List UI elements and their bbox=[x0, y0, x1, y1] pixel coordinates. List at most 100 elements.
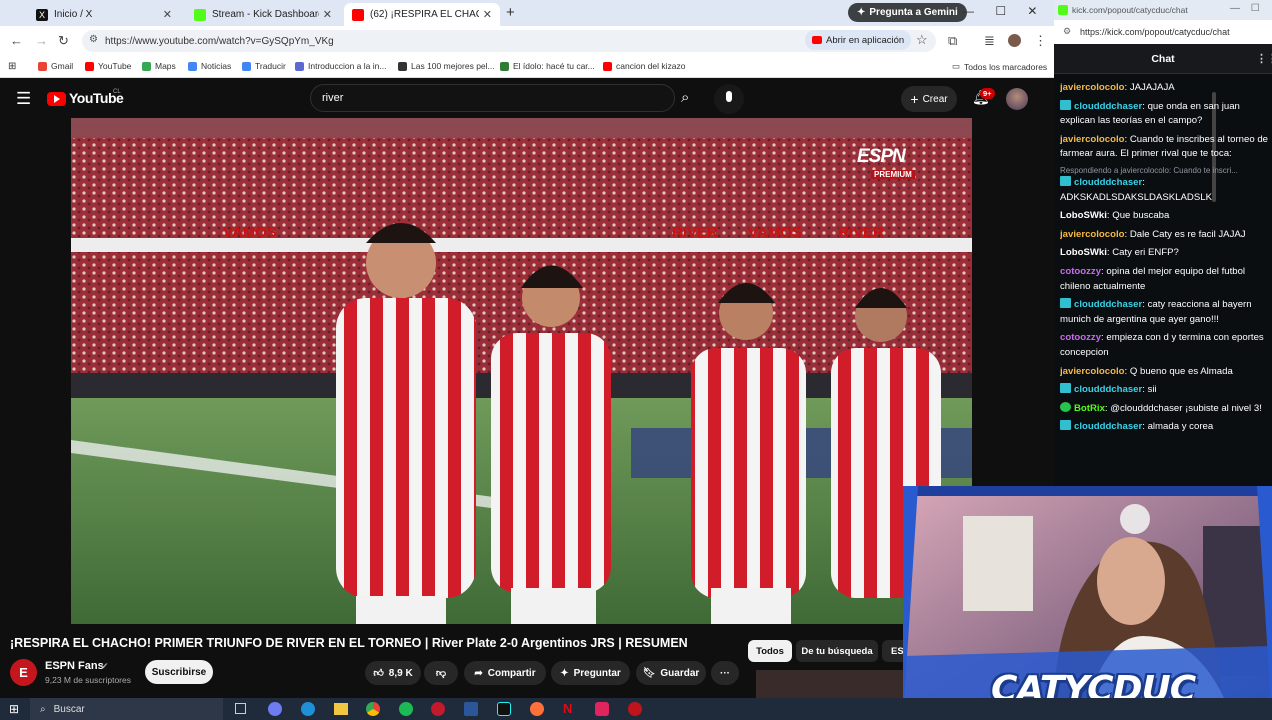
youtube-logo-icon bbox=[352, 8, 364, 21]
site-info-icon[interactable]: ⚙ bbox=[89, 34, 98, 45]
save-button[interactable]: 🔖︎ Guardar bbox=[636, 661, 706, 685]
menu-kebab-icon[interactable]: ⋮ bbox=[1034, 33, 1047, 49]
chat-username[interactable]: javiercolocolo bbox=[1060, 366, 1125, 377]
ask-button[interactable]: ✦ Preguntar bbox=[551, 661, 630, 685]
tab-kick-dashboard[interactable]: Stream - Kick Dashboard ✕ bbox=[186, 3, 340, 26]
chat-username[interactable]: cloudddchaser bbox=[1074, 421, 1142, 432]
chrome-icon[interactable] bbox=[366, 702, 380, 716]
chat-username[interactable]: cotoozzy bbox=[1060, 332, 1101, 343]
chat-username[interactable]: javiercolocolo bbox=[1060, 229, 1125, 240]
bookmark-label: Las 100 mejores pel... bbox=[411, 61, 495, 71]
site-info-icon[interactable]: ⚙ bbox=[1063, 26, 1071, 37]
tiktok-icon[interactable] bbox=[497, 702, 511, 716]
chat-text: @cloudddchaser ¡subiste al nivel 3! bbox=[1110, 402, 1262, 414]
netflix-icon[interactable]: N bbox=[563, 701, 572, 716]
taskbar-search[interactable]: ⌕ Buscar bbox=[30, 698, 223, 720]
close-icon[interactable]: ✕ bbox=[323, 8, 332, 21]
subscriber-badge-icon bbox=[1060, 298, 1071, 309]
back-icon[interactable]: ← bbox=[10, 33, 23, 48]
ask-gemini-button[interactable]: ✦ Pregunta a Gemini bbox=[848, 3, 967, 22]
new-tab-button[interactable]: + bbox=[506, 4, 515, 21]
window-controls[interactable]: — ☐ ✕ bbox=[962, 4, 1037, 18]
chat-username[interactable]: LoboSWki bbox=[1060, 247, 1107, 258]
channel-avatar[interactable]: E bbox=[10, 659, 37, 686]
chat-username[interactable]: cotoozzy bbox=[1060, 266, 1101, 277]
hamburger-menu-icon[interactable]: ☰ bbox=[16, 89, 31, 109]
app-icon[interactable] bbox=[595, 702, 609, 716]
voice-search-button[interactable] bbox=[714, 84, 744, 114]
bookmark-youtube[interactable]: YouTube bbox=[85, 61, 131, 71]
video-player[interactable]: VAMOS RIVER VAMOS RIVER ESPN PREMIUM bbox=[71, 118, 972, 624]
folder-icon: ▭ bbox=[952, 61, 961, 71]
create-button[interactable]: + Crear bbox=[901, 86, 957, 112]
chat-text: Que buscaba bbox=[1112, 210, 1170, 222]
bookmarks-bar: ⊞ Gmail YouTube Maps Noticias Traducir I… bbox=[0, 56, 1054, 78]
region-code: CL bbox=[113, 89, 121, 95]
apps-grid-icon[interactable]: ⊞ bbox=[8, 61, 16, 72]
tab-youtube-video[interactable]: (62) ¡RESPIRA EL CHACHO! ✕ bbox=[344, 3, 500, 26]
youtube-logo-icon[interactable] bbox=[47, 92, 66, 106]
chat-settings-icon[interactable]: ⋮⋮ bbox=[1256, 52, 1272, 65]
edge-icon[interactable] bbox=[301, 702, 315, 716]
copilot-icon[interactable] bbox=[268, 702, 282, 716]
word-icon[interactable] bbox=[464, 702, 478, 716]
thumbs-down-icon: 👎︎ bbox=[435, 668, 447, 679]
espn-premium-tag: PREMIUM bbox=[871, 170, 915, 179]
tab-title: Inicio / X bbox=[54, 9, 93, 20]
kick-url-bar[interactable]: ⚙ https://kick.com/popout/catycduc/chat bbox=[1054, 20, 1272, 44]
windows-start-icon[interactable]: ⊞ bbox=[9, 702, 19, 716]
channel-name[interactable]: ESPN Fans bbox=[45, 660, 104, 672]
more-actions-button[interactable]: ··· bbox=[711, 661, 739, 685]
bookmark-cancion[interactable]: cancion del kizazo bbox=[603, 61, 685, 71]
all-bookmarks[interactable]: ▭ Todos los marcadores bbox=[952, 61, 1047, 72]
video-info: ¡RESPIRA EL CHACHO! PRIMER TRIUNFO DE RI… bbox=[0, 630, 1054, 698]
like-button[interactable]: 👍︎ 8,9 K bbox=[365, 661, 421, 685]
reload-icon[interactable]: ↻ bbox=[58, 33, 69, 49]
browser-window: X Inicio / X ✕ Stream - Kick Dashboard ✕… bbox=[0, 0, 1054, 698]
chat-username[interactable]: javiercolocolo bbox=[1060, 134, 1125, 145]
task-view-icon[interactable] bbox=[235, 703, 246, 714]
bookmark-100-peliculas[interactable]: Las 100 mejores pel... bbox=[398, 61, 495, 71]
bookmark-star-icon[interactable]: ☆ bbox=[916, 32, 928, 48]
app-icon[interactable] bbox=[628, 702, 642, 716]
recommended-video-thumbnail[interactable] bbox=[756, 670, 904, 698]
open-in-app-button[interactable]: Abrir en aplicación bbox=[805, 30, 912, 50]
chat-username[interactable]: cloudddchaser bbox=[1074, 384, 1142, 395]
dislike-button[interactable]: 👎︎ bbox=[424, 661, 458, 685]
account-avatar[interactable] bbox=[1006, 88, 1028, 110]
chat-username[interactable]: LoboSWki bbox=[1060, 210, 1107, 221]
bookmark-traducir[interactable]: Traducir bbox=[242, 61, 286, 71]
taskbar-search-label: Buscar bbox=[53, 703, 85, 715]
chip-todos[interactable]: Todos bbox=[748, 640, 792, 662]
subscribe-button[interactable]: Suscribirse bbox=[145, 660, 213, 684]
profile-avatar[interactable] bbox=[1008, 34, 1021, 47]
bookmark-noticias[interactable]: Noticias bbox=[188, 61, 231, 71]
bookmark-site-icon bbox=[398, 61, 407, 71]
extensions-icon[interactable]: ⧉ bbox=[948, 33, 957, 49]
tab-x-home[interactable]: X Inicio / X ✕ bbox=[28, 3, 180, 26]
forward-icon[interactable]: → bbox=[35, 33, 48, 48]
window-controls[interactable]: — ☐ bbox=[1230, 3, 1260, 14]
bookmark-el-idolo[interactable]: El ídolo: hacé tu car... bbox=[500, 61, 595, 71]
chat-username[interactable]: javiercolocolo bbox=[1060, 82, 1125, 93]
chat-username[interactable]: cloudddchaser bbox=[1074, 299, 1142, 310]
search-input[interactable]: river bbox=[310, 84, 675, 112]
chat-username[interactable]: cloudddchaser bbox=[1074, 101, 1142, 112]
chat-text: Dale Caty es re facil JAJAJ bbox=[1129, 228, 1246, 240]
search-icon[interactable]: ⌕ bbox=[681, 89, 689, 106]
app-icon[interactable] bbox=[431, 702, 445, 716]
spotify-icon[interactable] bbox=[399, 702, 413, 716]
bookmark-introduccion[interactable]: Introduccion a la in... bbox=[295, 61, 386, 71]
firefox-icon[interactable] bbox=[530, 702, 544, 716]
close-icon[interactable]: ✕ bbox=[483, 8, 492, 21]
chip-de-tu-busqueda[interactable]: De tu búsqueda bbox=[796, 640, 878, 662]
chat-username[interactable]: cloudddchaser bbox=[1074, 177, 1142, 188]
bookmark-gmail[interactable]: Gmail bbox=[38, 61, 73, 71]
close-icon[interactable]: ✕ bbox=[163, 8, 172, 21]
url-text: https://www.youtube.com/watch?v=GySQpYm_… bbox=[105, 35, 334, 47]
media-icon[interactable]: ≣ bbox=[984, 33, 995, 49]
bookmark-maps[interactable]: Maps bbox=[142, 61, 176, 71]
chat-username[interactable]: BotRix bbox=[1074, 403, 1105, 414]
share-button[interactable]: ➦ Compartir bbox=[464, 661, 546, 685]
file-explorer-icon[interactable] bbox=[334, 703, 348, 715]
